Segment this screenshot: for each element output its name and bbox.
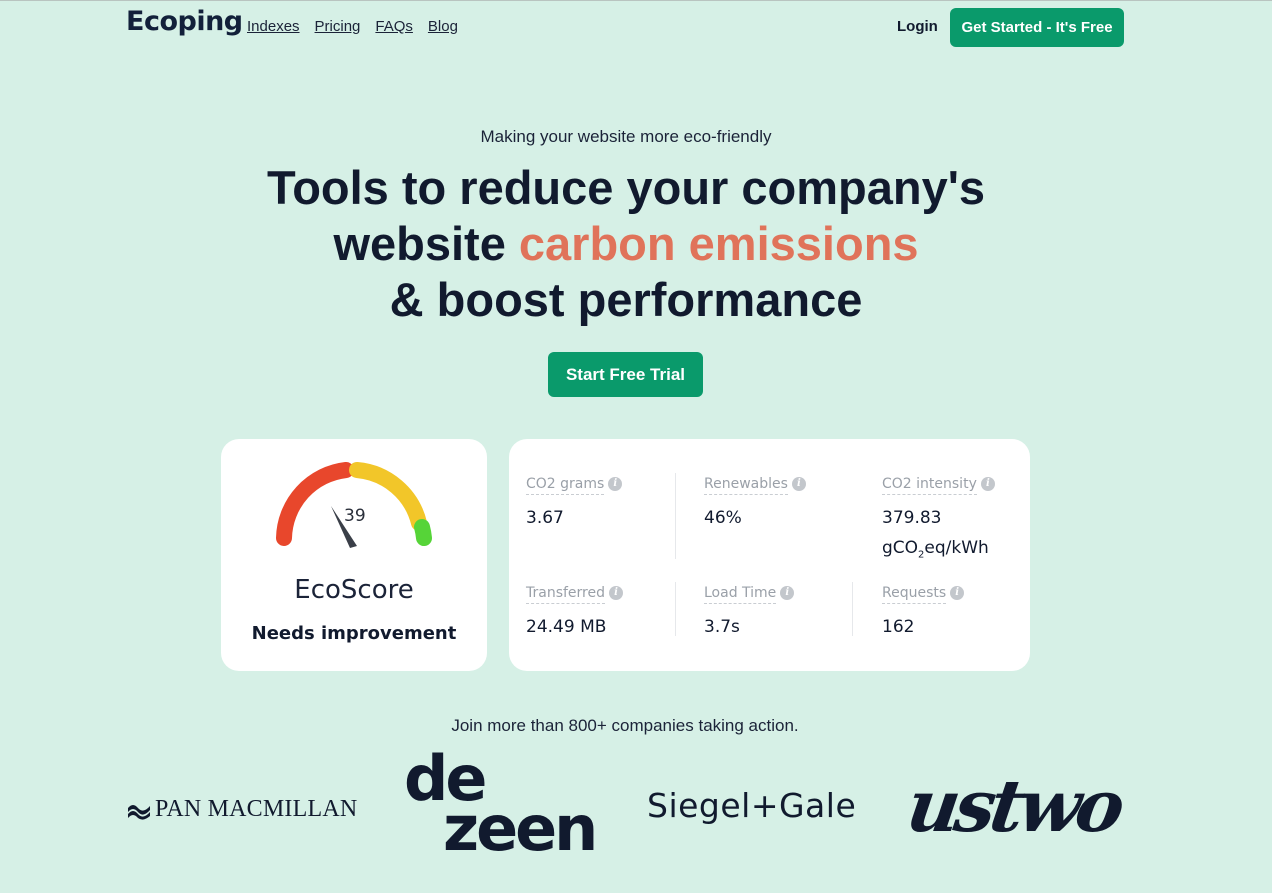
nav-link-faqs[interactable]: FAQs xyxy=(375,18,413,35)
metric-label: Transferred xyxy=(526,585,605,604)
headline-accent: carbon emissions xyxy=(518,217,919,270)
info-icon[interactable]: i xyxy=(609,586,623,600)
nav-links: Indexes Pricing FAQs Blog xyxy=(247,18,458,35)
metric-label: Load Time xyxy=(704,585,777,604)
metrics-card: CO2 grams i 3.67 Renewables i 46% CO2 inte… xyxy=(509,439,1030,671)
social-proof-text: Join more than 800+ companies taking act… xyxy=(451,716,799,735)
login-link[interactable]: Login xyxy=(897,18,938,35)
siegel-gale-logo: Siegel+Gale xyxy=(647,786,857,825)
get-started-button[interactable]: Get Started - It's Free xyxy=(950,8,1124,47)
dezeen-logo: de zeen xyxy=(404,748,598,865)
headline-line-3: & boost performance xyxy=(389,273,863,326)
metric-unit: gCO2eq/kWh xyxy=(882,533,995,570)
start-free-trial-button[interactable]: Start Free Trial xyxy=(548,352,703,397)
info-icon[interactable]: i xyxy=(950,586,965,600)
info-icon[interactable]: i xyxy=(780,586,795,600)
ecoscore-status: Needs improvement xyxy=(251,623,457,644)
metric-requests: Requests i 162 xyxy=(882,584,965,642)
hero-headline: Tools to reduce your company's website c… xyxy=(0,160,1252,328)
nav-link-blog[interactable]: Blog xyxy=(428,18,458,35)
ecoscore-label: EcoScore xyxy=(294,575,414,605)
metric-load-time: Load Time i 3.7s xyxy=(704,584,795,642)
hero-eyebrow: Making your website more eco-friendly xyxy=(480,127,772,146)
metric-value: 24.49 MB xyxy=(526,617,607,637)
ustwo-logo: ustwo xyxy=(902,763,1126,848)
dezeen-text-2: zeen xyxy=(443,792,598,865)
metric-renewables: Renewables i 46% xyxy=(704,475,806,533)
headline-line-2: website carbon emissions xyxy=(0,216,1252,272)
info-icon[interactable]: i xyxy=(608,477,623,491)
divider xyxy=(852,582,853,636)
metric-value: 46% xyxy=(704,508,742,528)
unit-prefix: gCO xyxy=(882,538,919,558)
pan-macmillan-text: PAN MACMILLAN xyxy=(155,796,358,822)
metric-co2-intensity: CO2 intensity i 379.83 gCO2eq/kWh xyxy=(882,475,995,570)
info-icon[interactable]: i xyxy=(791,477,806,491)
metric-label: Renewables xyxy=(704,476,788,495)
metric-transferred: Transferred i 24.49 MB xyxy=(526,584,623,642)
metric-label: Requests xyxy=(882,585,947,604)
unit-suffix: eq/kWh xyxy=(924,538,989,558)
metric-value: 379.83 xyxy=(882,508,942,528)
metric-label: CO2 intensity xyxy=(882,476,977,495)
pan-macmillan-logo: PAN MACMILLAN xyxy=(127,796,357,823)
top-navigation: Ecoping Indexes Pricing FAQs Blog Login … xyxy=(0,0,1272,60)
nav-link-indexes[interactable]: Indexes xyxy=(247,18,300,35)
ecoping-logo[interactable]: Ecoping xyxy=(126,6,243,37)
divider xyxy=(675,582,676,636)
info-icon[interactable]: i xyxy=(980,477,995,491)
pan-macmillan-mark-icon xyxy=(128,804,150,820)
metric-value: 162 xyxy=(882,617,915,637)
divider xyxy=(675,473,676,559)
headline-line-1: Tools to reduce your company's xyxy=(266,161,986,214)
metric-value: 3.7s xyxy=(704,617,740,637)
metric-label: CO2 grams xyxy=(526,476,605,495)
metric-value: 3.67 xyxy=(526,508,564,528)
ecoscore-card: 39 EcoScore Needs improvement xyxy=(221,439,487,671)
headline-line-2-prefix: website xyxy=(333,217,519,270)
gauge-value: 39 xyxy=(344,506,366,526)
nav-link-pricing[interactable]: Pricing xyxy=(315,18,361,35)
metric-co2-grams: CO2 grams i 3.67 xyxy=(526,475,623,533)
